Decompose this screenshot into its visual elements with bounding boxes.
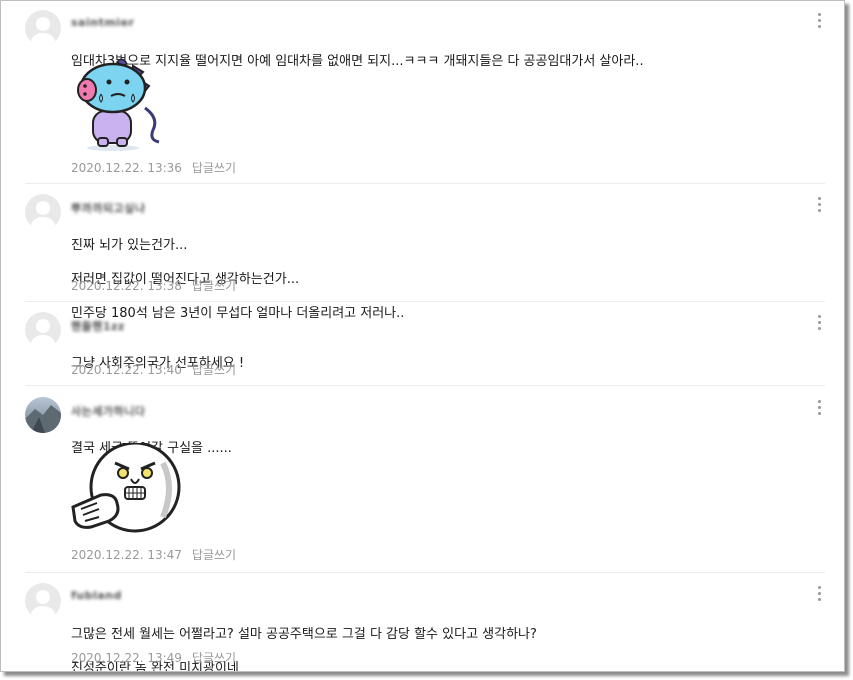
comment-nickname[interactable]: fubland [71, 589, 122, 602]
comment-nickname[interactable]: 핸들핸1zz [71, 318, 125, 334]
reply-button[interactable]: 답글쓰기 [192, 161, 236, 175]
comment-nickname[interactable]: saintmier [71, 16, 134, 29]
comment-date: 2020.12.22. 13:40 [71, 363, 182, 377]
comment-text: 임대차3법으로 지지율 떨어지면 아예 임대차를 없애면 되지...ㅋㅋㅋ 개돼… [71, 54, 644, 69]
comment-meta: 2020.12.22. 13:40 답글쓰기 [71, 361, 236, 378]
divider [25, 572, 825, 573]
comment-item: saintmier 임대차3법으로 지지율 떨어지면 아예 임대차를 없애면 되… [25, 10, 825, 182]
comment-list: saintmier 임대차3법으로 지지율 떨어지면 아예 임대차를 없애면 되… [0, 0, 845, 672]
default-avatar-icon[interactable] [25, 10, 61, 46]
comment-meta: 2020.12.22. 13:38 답글쓰기 [71, 277, 236, 294]
comment-item: 핸들핸1zz 그냥 사회주의국가 선포하세요 ! 2020.12.22. 13:… [25, 312, 825, 378]
reply-button[interactable]: 답글쓰기 [192, 548, 236, 562]
reply-button[interactable]: 답글쓰기 [192, 279, 236, 293]
divider [25, 385, 825, 386]
comment-nickname[interactable]: 사는세가하니다 [71, 403, 145, 419]
comment-meta: 2020.12.22. 13:36 답글쓰기 [71, 159, 236, 176]
divider [25, 183, 825, 184]
more-options-icon[interactable] [813, 583, 825, 603]
more-options-icon[interactable] [813, 10, 825, 30]
divider [25, 301, 825, 302]
reply-button[interactable]: 답글쓰기 [192, 363, 236, 377]
comment-date: 2020.12.22. 13:38 [71, 279, 182, 293]
comment-nickname[interactable]: 뿌까까되고싶냐 [71, 200, 145, 216]
more-options-icon[interactable] [813, 312, 825, 332]
comment-meta: 2020.12.22. 13:49 답글쓰기 [71, 649, 236, 666]
more-options-icon[interactable] [813, 194, 825, 214]
comment-meta: 2020.12.22. 13:47 답글쓰기 [71, 546, 236, 563]
comment-item: 뿌까까되고싶냐 진짜 뇌가 있는건가... 저러면 집값이 떨어진다고 생각하는… [25, 194, 825, 321]
default-avatar-icon[interactable] [25, 194, 61, 230]
comment-date: 2020.12.22. 13:36 [71, 161, 182, 175]
comment-date: 2020.12.22. 13:49 [71, 651, 182, 665]
mang-sweating-sticker [71, 56, 175, 156]
moon-pointing-sticker [71, 441, 183, 543]
default-avatar-icon[interactable] [25, 312, 61, 348]
more-options-icon[interactable] [813, 397, 825, 417]
default-avatar-icon[interactable] [25, 583, 61, 619]
comment-item: fubland 그많은 전세 월세는 어쩔라고? 설마 공공주택으로 그걸 다 … [25, 583, 825, 671]
user-avatar[interactable] [25, 397, 61, 433]
reply-button[interactable]: 답글쓰기 [192, 651, 236, 665]
comment-item: 사는세가하니다 결국 세금 뜯어갈 구실을 ...... 2020.12.22.… [25, 397, 825, 567]
comment-text: 결국 세금 뜯어갈 구실을 ...... [71, 441, 232, 456]
comment-date: 2020.12.22. 13:47 [71, 548, 182, 562]
